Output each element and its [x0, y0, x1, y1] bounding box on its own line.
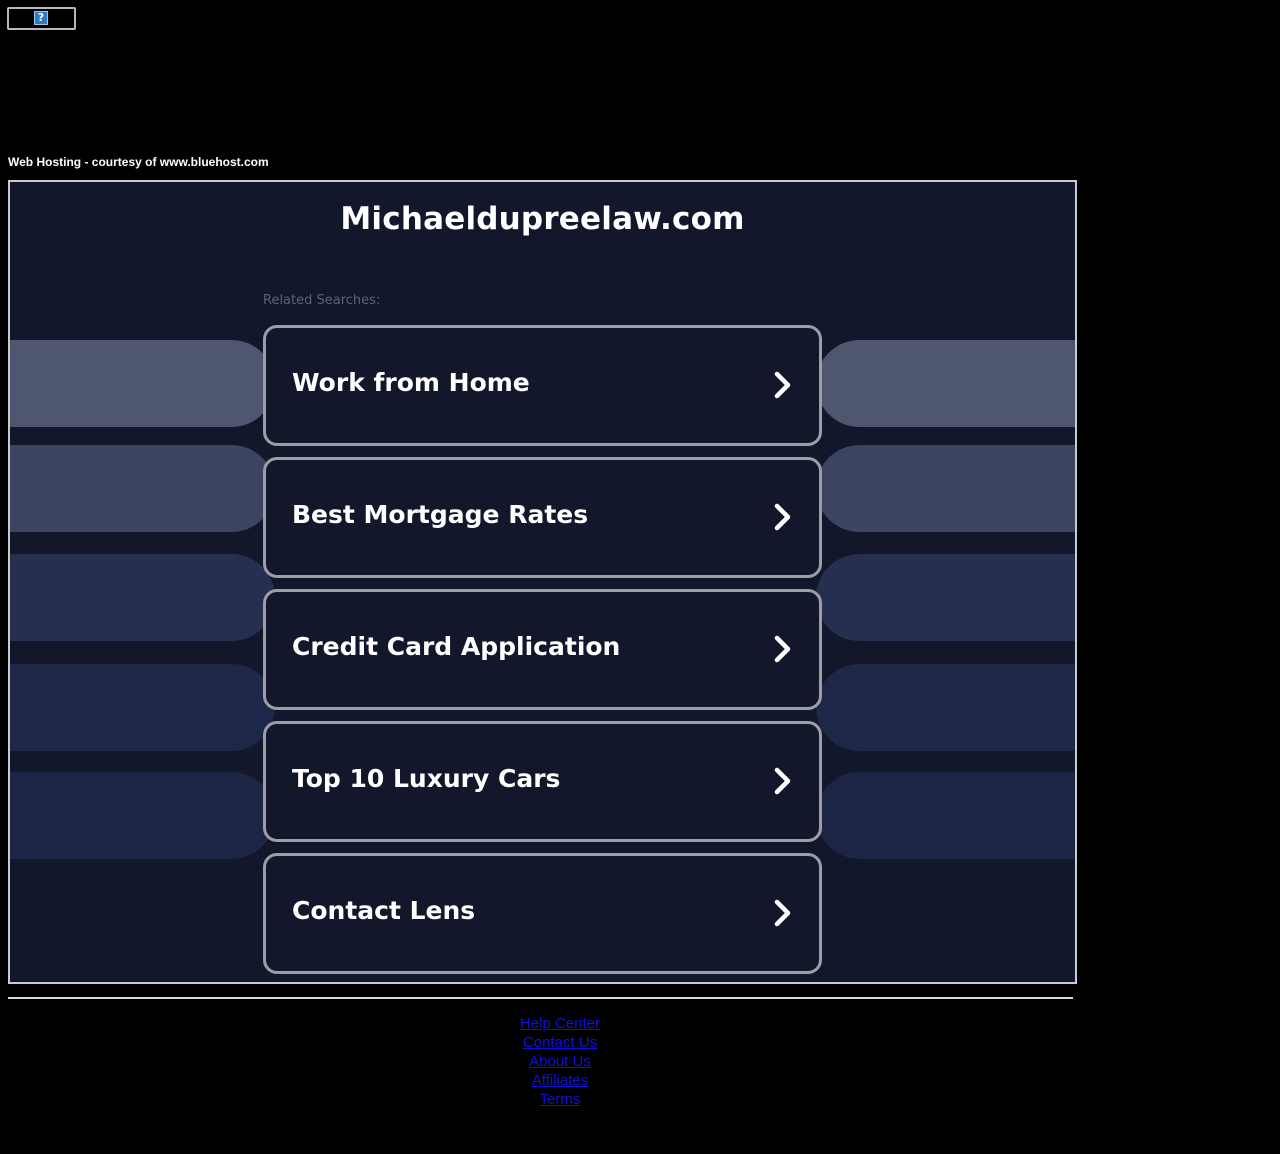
- decorative-band-left: [10, 445, 275, 532]
- related-search-label: Best Mortgage Rates: [292, 500, 589, 529]
- related-search-contact-lens[interactable]: Contact Lens: [263, 853, 822, 974]
- footer-link-terms[interactable]: Terms: [460, 1090, 660, 1109]
- related-search-label: Credit Card Application: [292, 632, 621, 661]
- related-search-label: Top 10 Luxury Cars: [292, 764, 561, 793]
- footer-link-affiliates[interactable]: Affiliates: [460, 1071, 660, 1090]
- chevron-right-icon: [774, 899, 791, 927]
- related-search-label: Work from Home: [292, 368, 530, 397]
- decorative-band-right: [816, 445, 1075, 532]
- decorative-band-right: [816, 340, 1075, 427]
- footer-link-contact-us[interactable]: Contact Us: [460, 1033, 660, 1052]
- related-search-best-mortgage-rates[interactable]: Best Mortgage Rates: [263, 457, 822, 578]
- site-title: Michaeldupreelaw.com: [340, 201, 745, 237]
- chevron-right-icon: [774, 503, 791, 531]
- footer-link-about-us[interactable]: About Us: [460, 1052, 660, 1071]
- related-searches-label: Related Searches:: [263, 293, 381, 308]
- decorative-band-left: [10, 772, 275, 859]
- broken-image-question-icon: ?: [34, 11, 48, 25]
- broken-image-placeholder: ?: [7, 7, 76, 30]
- chevron-right-icon: [774, 635, 791, 663]
- decorative-band-left: [10, 340, 275, 427]
- footer-links: Help Center Contact Us About Us Affiliat…: [460, 1014, 660, 1109]
- footer-divider: [8, 997, 1073, 999]
- decorative-band-right: [816, 664, 1075, 751]
- footer-link-help-center[interactable]: Help Center: [460, 1014, 660, 1033]
- decorative-band-right: [816, 554, 1075, 641]
- chevron-right-icon: [774, 767, 791, 795]
- related-search-top-10-luxury-cars[interactable]: Top 10 Luxury Cars: [263, 721, 822, 842]
- decorative-band-right: [816, 772, 1075, 859]
- hosting-courtesy-text: Web Hosting - courtesy of www.bluehost.c…: [8, 155, 269, 169]
- chevron-right-icon: [774, 371, 791, 399]
- parked-domain-panel: Michaeldupreelaw.com Related Searches: W…: [8, 180, 1077, 984]
- decorative-band-left: [10, 554, 275, 641]
- related-search-label: Contact Lens: [292, 896, 476, 925]
- related-search-work-from-home[interactable]: Work from Home: [263, 325, 822, 446]
- decorative-band-left: [10, 664, 275, 751]
- related-search-credit-card-application[interactable]: Credit Card Application: [263, 589, 822, 710]
